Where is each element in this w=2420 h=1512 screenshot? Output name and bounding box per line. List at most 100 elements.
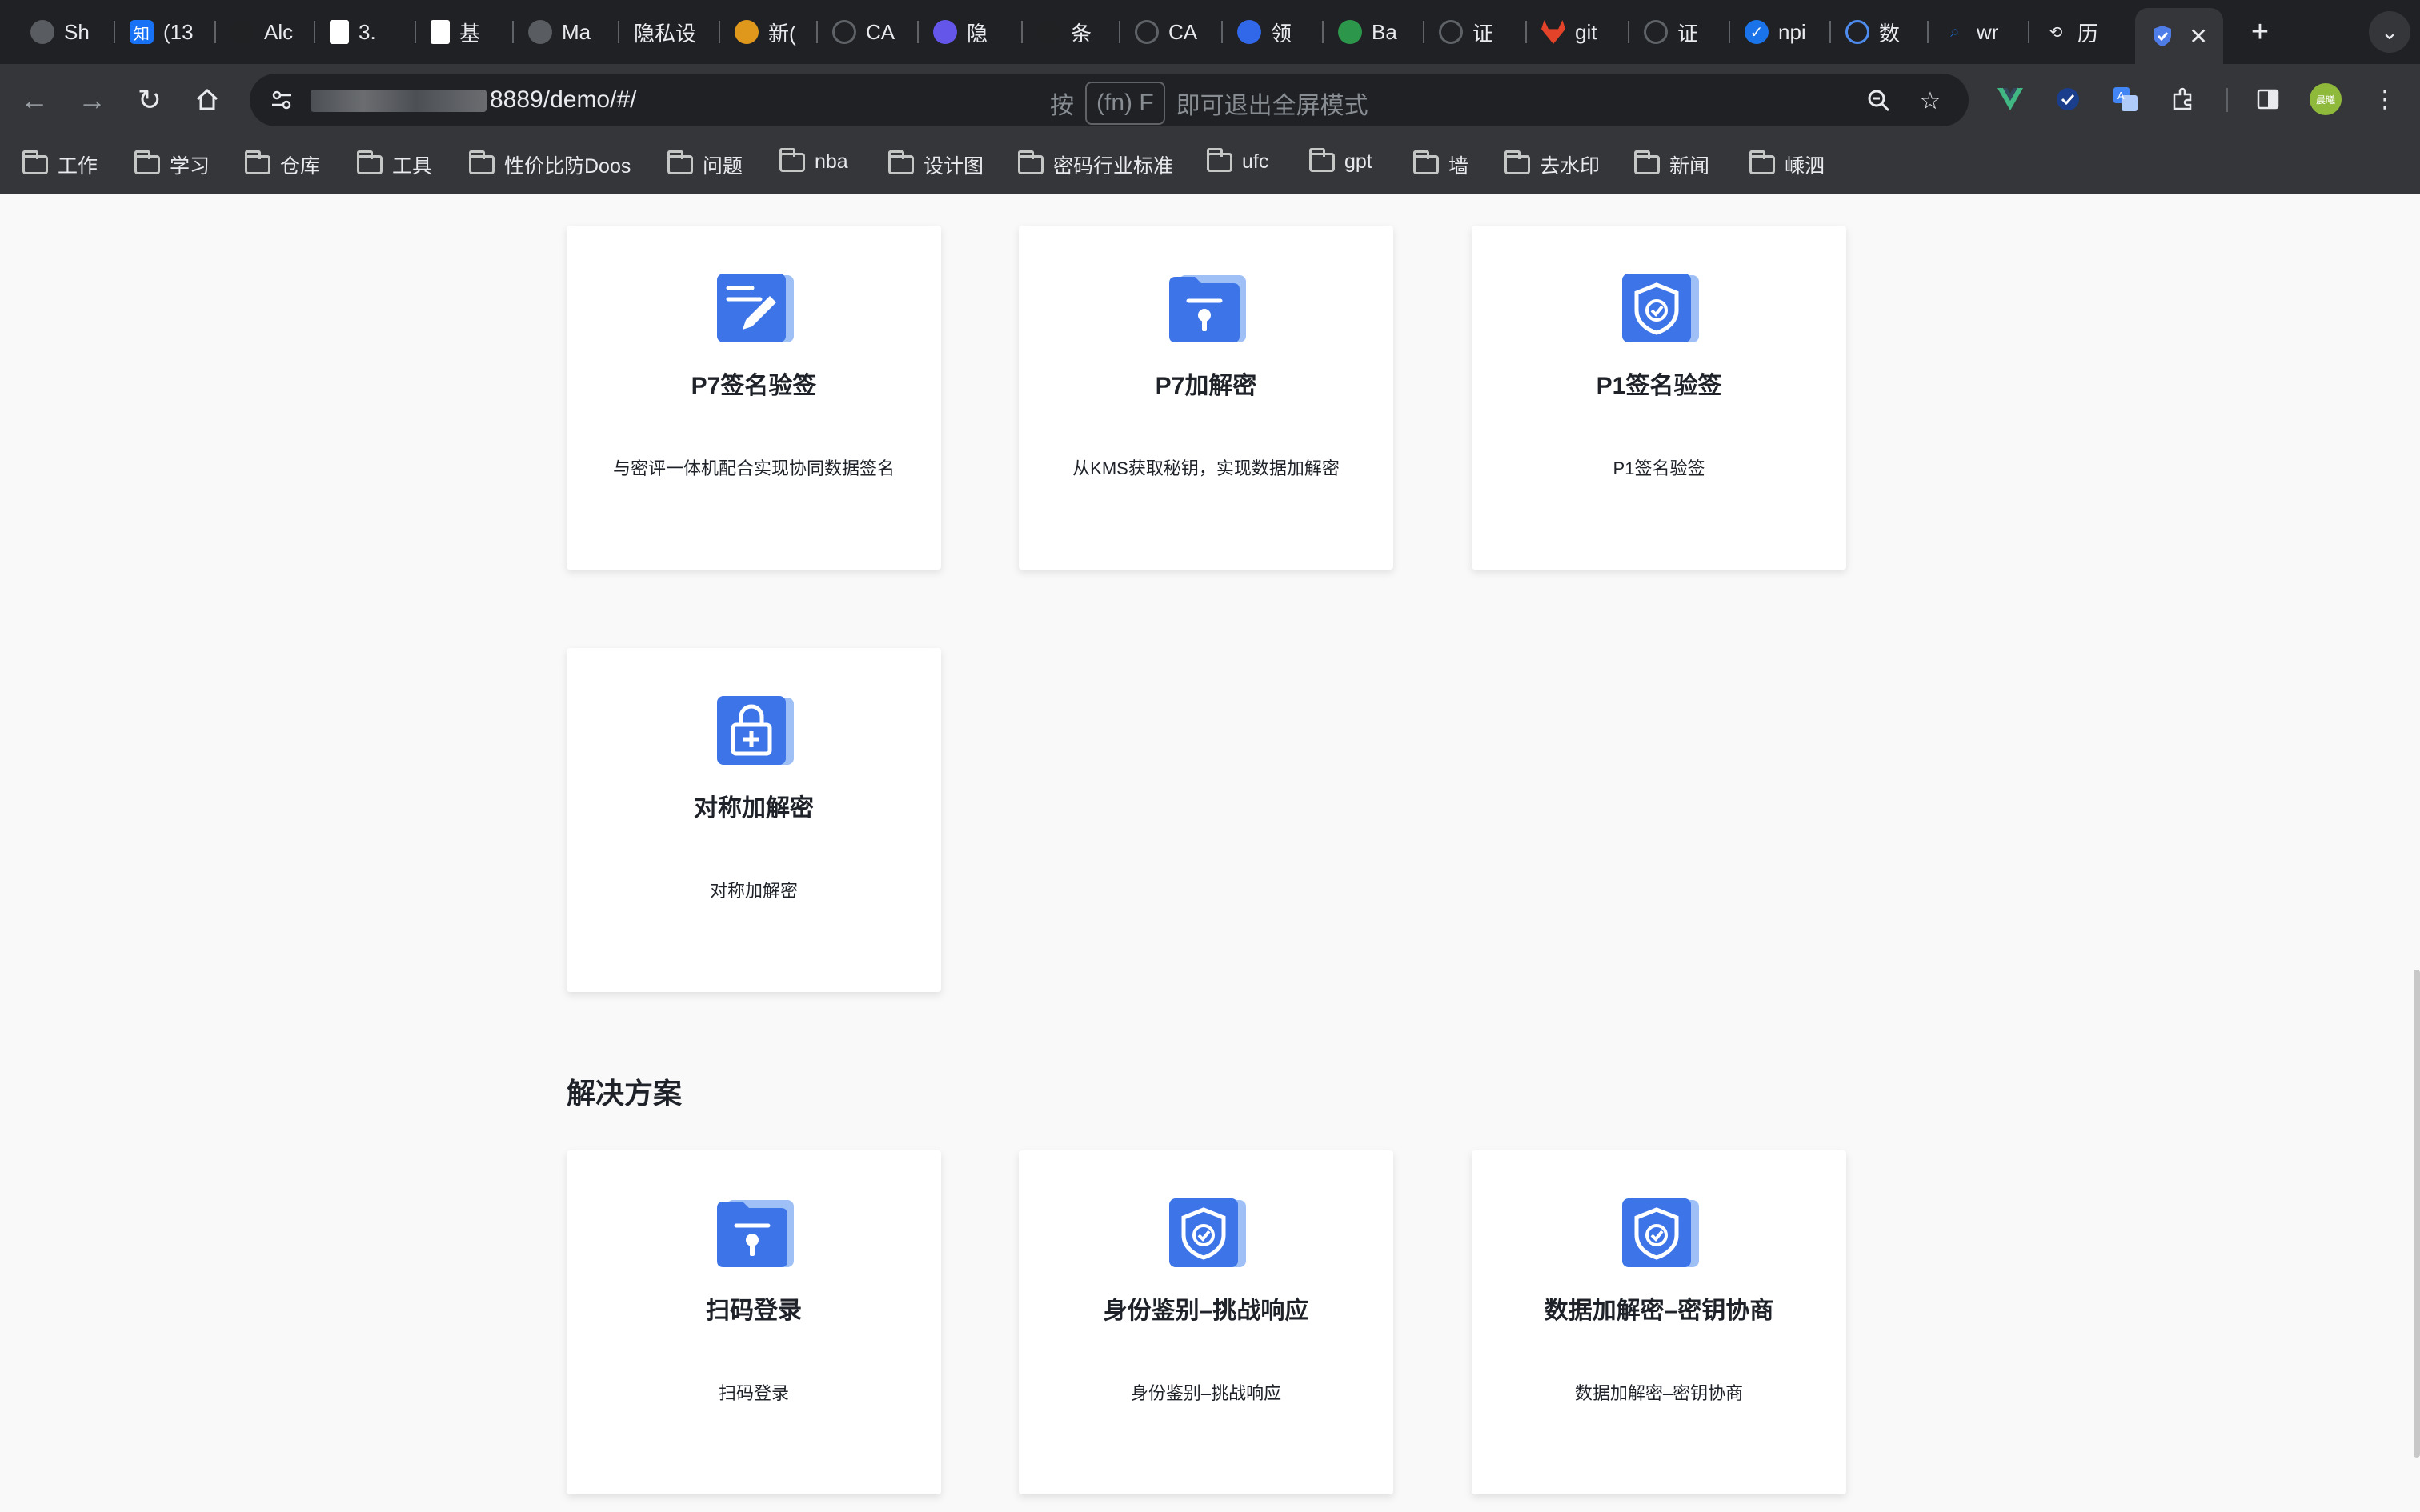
bookmarks-bar: 工作 学习 仓库 工具 性价比防Doos 问题 nba 设计图 密码行业标准 ufc gpt 墙 去水印… (0, 136, 2420, 194)
url-text[interactable]: 8889/demo/#/ (490, 86, 636, 114)
bookmark-folder[interactable]: 工作 (22, 150, 98, 179)
feature-card[interactable]: P1签名验签 P1签名验签 (1472, 226, 1846, 570)
tab[interactable]: CA (1135, 11, 1207, 53)
site-info-icon[interactable] (266, 84, 298, 116)
tab[interactable]: Alc (230, 11, 302, 53)
tab[interactable]: ⌕ wr (1943, 11, 2015, 53)
bookmark-folder[interactable]: 墙 (1413, 150, 1468, 179)
bookmark-label: ufc (1242, 150, 1269, 173)
bookmark-label: 工作 (58, 155, 98, 178)
tab-separator (1423, 21, 1424, 43)
card-title: 身份鉴别–挑战响应 (1103, 1298, 1309, 1324)
tab[interactable]: CA (832, 11, 904, 53)
bookmark-folder[interactable]: 仓库 (245, 150, 320, 179)
globe-icon (832, 20, 856, 44)
globe-icon (1135, 20, 1159, 44)
globe-icon (1845, 20, 1869, 44)
active-tab[interactable]: ✕ (2135, 8, 2223, 64)
translate-icon[interactable]: A (2106, 80, 2145, 118)
zhihu-icon: 知 (130, 20, 154, 44)
t-icon (1338, 20, 1362, 44)
tab[interactable]: 知 (13 (130, 11, 202, 53)
tab[interactable]: 数 (1845, 11, 1917, 53)
shield-check-icon (1621, 1197, 1701, 1270)
arrow-left-icon: ← (20, 83, 49, 116)
tab-search-button[interactable]: ⌄ (2369, 11, 2410, 53)
bookmark-star-icon[interactable]: ☆ (1914, 85, 1946, 117)
feature-card[interactable]: 扫码登录 扫码登录 (567, 1150, 941, 1494)
fullscreen-hint-prefix: 按 (1050, 93, 1074, 119)
bookmark-label: 仓库 (280, 155, 321, 178)
extensions-puzzle-icon[interactable] (2164, 80, 2202, 118)
feature-card[interactable]: 对称加解密 对称加解密 (567, 648, 941, 992)
check-extension-icon[interactable] (2049, 80, 2087, 118)
close-tab-icon[interactable]: ✕ (2189, 23, 2207, 50)
tab[interactable]: 证 (1644, 11, 1716, 53)
tab[interactable]: 3. (330, 11, 402, 53)
tab-label: Alc (264, 19, 294, 44)
feature-card[interactable]: 身份鉴别–挑战响应 身份鉴别–挑战响应 (1019, 1150, 1393, 1494)
profile-avatar[interactable]: 晨曦 (2306, 80, 2345, 118)
tab-separator (1221, 21, 1223, 43)
feature-card[interactable]: 数据加解密–密钥协商 数据加解密–密钥协商 (1472, 1150, 1846, 1494)
tab[interactable]: Ba (1338, 11, 1410, 53)
check-circle-icon: ✓ (1745, 20, 1769, 44)
folder-key-icon (1168, 272, 1248, 346)
new-tab-button[interactable]: + (2241, 13, 2279, 51)
home-button[interactable] (184, 77, 230, 123)
scrollbar-thumb[interactable] (2414, 970, 2420, 1458)
tab-label: Sh (64, 19, 90, 44)
tab-label: 基 (459, 21, 481, 46)
tab-separator (816, 21, 818, 43)
globe-icon (1439, 20, 1463, 44)
tab[interactable]: git (1541, 11, 1613, 53)
tab[interactable]: 基 (431, 11, 503, 53)
tab[interactable]: 新( (735, 11, 807, 53)
menu-kebab-icon[interactable]: ⋮ (2366, 80, 2404, 118)
sparkle-icon (30, 20, 54, 44)
bookmark-folder[interactable]: ufc (1207, 147, 1269, 174)
tab[interactable]: 领 (1237, 11, 1309, 53)
folder-icon (1207, 147, 1232, 172)
zoom-icon[interactable] (1863, 85, 1895, 117)
tab-label: 隐 (967, 21, 988, 46)
arrow-right-icon: → (78, 83, 106, 116)
bookmark-folder[interactable]: nba (779, 147, 848, 174)
bookmark-folder[interactable]: 设计图 (888, 150, 984, 179)
side-panel-icon[interactable] (2249, 80, 2287, 118)
bookmark-folder[interactable]: gpt (1309, 147, 1372, 174)
bookmark-folder[interactable]: 密码行业标准 (1018, 150, 1173, 179)
bookmark-folder[interactable]: 去水印 (1504, 150, 1600, 179)
tab[interactable]: ⟲ 历 (2044, 11, 2116, 53)
vue-devtools-icon[interactable] (1991, 80, 2029, 118)
address-bar[interactable]: 8889/demo/#/ 按 (fn) F 即可退出全屏模式 ☆ (250, 74, 1969, 126)
tab[interactable]: Sh (30, 11, 102, 53)
bookmark-label: gpt (1344, 150, 1372, 173)
shield-check-icon (1621, 272, 1701, 346)
tab-separator (1628, 21, 1629, 43)
tab[interactable]: ✓ npi (1745, 11, 1817, 53)
tab-separator (1021, 21, 1023, 43)
tab[interactable]: 证 (1439, 11, 1511, 53)
bookmark-folder[interactable]: 嵊泗 (1749, 150, 1825, 179)
tab[interactable]: 条 (1037, 11, 1109, 53)
back-button[interactable]: ← (11, 77, 58, 123)
bookmark-folder[interactable]: 新闻 (1634, 150, 1709, 179)
tab[interactable]: Ma (528, 11, 600, 53)
reload-button[interactable]: ↻ (126, 77, 173, 123)
bookmark-folder[interactable]: 问题 (667, 150, 743, 179)
forward-button[interactable]: → (69, 77, 115, 123)
tab-separator (917, 21, 919, 43)
tab-label: 数 (1879, 21, 1901, 46)
tab[interactable]: 隐 (933, 11, 1005, 53)
feature-card[interactable]: P7加解密 从KMS获取秘钥，实现数据加解密 (1019, 226, 1393, 570)
bookmark-folder[interactable]: 学习 (134, 150, 210, 179)
bookmark-folder[interactable]: 性价比防Doos (469, 150, 631, 179)
tab-separator (2028, 21, 2029, 43)
tab-separator (1322, 21, 1324, 43)
tab[interactable]: 隐私设 (634, 11, 717, 53)
tab-label: 新( (768, 21, 796, 46)
feature-card[interactable]: P7签名验签 与密评一体机配合实现协同数据签名 (567, 226, 941, 570)
folder-icon (134, 150, 160, 174)
bookmark-folder[interactable]: 工具 (357, 150, 432, 179)
